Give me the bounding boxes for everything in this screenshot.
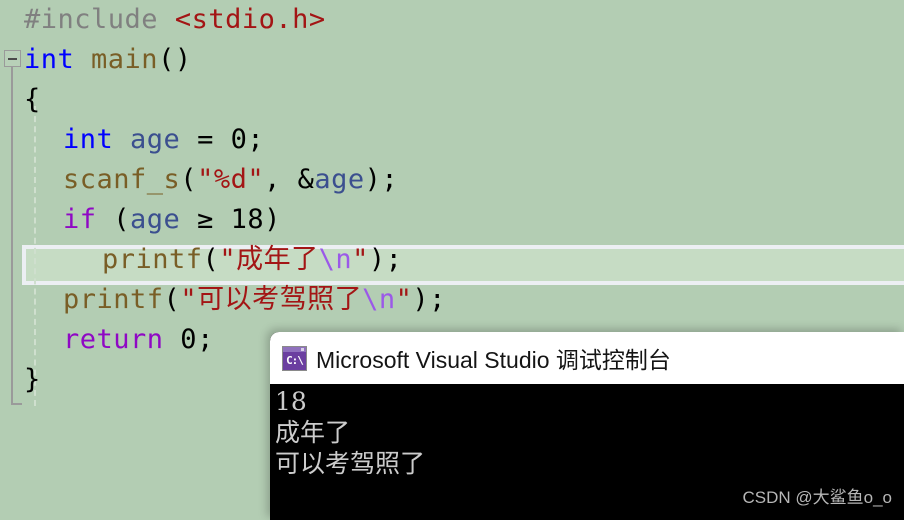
code-token-str: "成年了 xyxy=(219,244,319,275)
console-output-lines: 18 成年了 可以考驾照了 xyxy=(272,386,904,479)
code-token-punct: ); xyxy=(412,284,446,315)
code-token-punct: ≥ xyxy=(180,204,231,235)
code-token-esc: \n xyxy=(318,244,353,275)
code-token-kw: int xyxy=(24,44,92,75)
code-token-num: 0 xyxy=(180,324,198,355)
code-token-punct: ( xyxy=(202,244,220,275)
code-token-punct: ; xyxy=(247,124,265,155)
code-token-punct: ( xyxy=(113,204,131,235)
code-line[interactable]: printf("可以考驾照了\n"); xyxy=(0,280,904,320)
code-line-text: if (age ≥ 18) xyxy=(39,200,281,240)
code-token-str: "%d" xyxy=(197,164,265,195)
code-token-var: age xyxy=(130,204,181,235)
command-prompt-icon: C:\ xyxy=(282,345,307,371)
code-token-fn: scanf_s xyxy=(63,164,181,195)
code-token-punct: , & xyxy=(264,164,315,195)
code-token-var: age xyxy=(130,124,181,155)
console-output-line: 可以考驾照了 xyxy=(275,449,426,478)
icon-titlebar-dot xyxy=(301,347,304,351)
screenshot-root: #include <stdio.h> int main(){int age = 0… xyxy=(0,0,904,520)
code-line[interactable]: #include <stdio.h> xyxy=(0,0,904,40)
code-line[interactable]: { xyxy=(0,80,904,120)
code-line-text: int age = 0; xyxy=(39,120,264,160)
code-line-text: return 0; xyxy=(39,320,214,360)
console-title: Microsoft Visual Studio 调试控制台 xyxy=(316,347,671,373)
debug-console-window[interactable]: C:\ Microsoft Visual Studio 调试控制台 18 成年了可… xyxy=(270,332,904,520)
code-line[interactable]: printf("成年了\n"); xyxy=(0,240,904,280)
code-token-punct: ( xyxy=(180,164,198,195)
console-output-line: 18 xyxy=(275,387,307,416)
code-token-punct: } xyxy=(24,364,41,395)
code-token-fn: printf xyxy=(102,244,203,275)
code-token-str: " xyxy=(352,244,369,275)
fold-scope-end-tick xyxy=(11,403,22,405)
code-token-fn: printf xyxy=(63,284,164,315)
code-token-num: 0 xyxy=(230,124,248,155)
code-token-punct: ); xyxy=(364,164,399,195)
code-token-punct: ) xyxy=(264,204,281,235)
code-line[interactable]: if (age ≥ 18) xyxy=(0,200,904,240)
code-token-num: 18 xyxy=(230,204,265,235)
code-line[interactable]: scanf_s("%d", &age); xyxy=(0,160,904,200)
code-line-text: scanf_s("%d", &age); xyxy=(39,160,398,200)
code-token-pre: #include xyxy=(24,4,175,35)
console-output-line: 成年了 xyxy=(275,418,351,447)
code-token-punct: { xyxy=(24,84,41,115)
csdn-watermark: CSDN @大鲨鱼o_o xyxy=(742,488,892,507)
code-line-text: int main() xyxy=(0,40,192,80)
console-output-area[interactable]: 18 成年了 可以考驾照了 CSDN @大鲨鱼o_o xyxy=(270,384,904,520)
code-token-punct: ( xyxy=(163,284,181,315)
code-line-text: printf("成年了\n"); xyxy=(78,240,402,280)
code-line-text: { xyxy=(0,80,41,120)
code-token-punct: () xyxy=(158,44,192,75)
code-line-text: printf("可以考驾照了\n"); xyxy=(39,280,446,320)
code-token-punct: ; xyxy=(197,324,214,355)
code-token-ctl: if xyxy=(63,204,114,235)
code-line-text: } xyxy=(0,360,41,400)
code-line[interactable]: int main() xyxy=(0,40,904,80)
code-token-inc: <stdio.h> xyxy=(174,4,326,35)
code-token-var: age xyxy=(314,164,365,195)
code-token-fn: main xyxy=(91,44,159,75)
icon-prompt-label: C:\ xyxy=(286,354,304,367)
console-titlebar[interactable]: C:\ Microsoft Visual Studio 调试控制台 xyxy=(270,332,904,384)
code-line[interactable]: int age = 0; xyxy=(0,120,904,160)
code-token-ctl: return xyxy=(63,324,181,355)
code-token-str: " xyxy=(395,284,413,315)
code-token-str: "可以考驾照了 xyxy=(180,284,363,315)
code-token-esc: \n xyxy=(362,284,396,315)
code-token-punct: = xyxy=(180,124,231,155)
code-token-kw: int xyxy=(63,124,131,155)
code-line-text: #include <stdio.h> xyxy=(0,0,326,40)
code-token-punct: ); xyxy=(368,244,403,275)
